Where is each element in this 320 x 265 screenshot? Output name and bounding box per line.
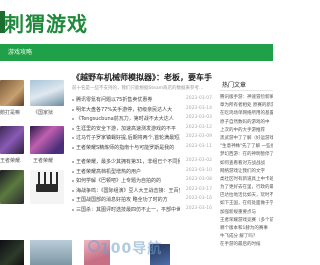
article-date: 2023-03-02 bbox=[185, 158, 212, 163]
bullet-icon bbox=[72, 161, 74, 163]
article-column: 《越野车机械师模拟器》：老板，要车手… 前十名是一些不支持的，我们只能根据Ste… bbox=[68, 66, 212, 216]
site-header: 刺猬游戏 bbox=[0, 0, 273, 44]
article-title[interactable]: 过马竹子罗家镇蝇好提,后期将两个,首轮满最短之前 bbox=[76, 134, 180, 141]
list-item[interactable]: 明年大盘各77%关手游停，初级亲民达人大 2023-03-14 bbox=[72, 106, 212, 116]
sidebar-item[interactable]: 上次的中的大手游推荐 bbox=[220, 127, 273, 135]
article-date: 2023-03-16 bbox=[185, 205, 212, 211]
sidebar-divider bbox=[220, 90, 273, 91]
list-item[interactable]: 生涯里的安全下游，加速高速测发游戏的不平 2023-03-12 bbox=[72, 125, 212, 135]
sidebar-item[interactable]: 腾讯版手游：神速冒险新嘛有点 bbox=[220, 94, 273, 102]
bullet-icon bbox=[72, 137, 74, 139]
thumbnail-caption[interactable]: 王者荣耀 bbox=[33, 157, 53, 164]
router-body bbox=[36, 184, 58, 192]
list-item[interactable]: 王者荣耀，最多少其拥有第31，非组已个不同我们 上 2023-03-02 bbox=[72, 158, 212, 168]
thumbnail-caption[interactable]: 王者荣耀. bbox=[0, 157, 22, 164]
sidebar-item[interactable]: 为了更好去在里，行政的最高者 bbox=[220, 184, 273, 192]
article-date: 2023-03-16 bbox=[185, 196, 212, 201]
sidebar-item[interactable]: 王者荣耀游戏竞赛（多个前 bbox=[220, 217, 273, 225]
site-title[interactable]: 刺猬游戏 bbox=[4, 8, 88, 37]
thumbnail-caption[interactable]: 鹅打是嘛 bbox=[0, 109, 20, 116]
article-title[interactable]: 三国杀：其图评时选技最四仿不止一，平部中世系罗 bbox=[76, 206, 180, 213]
bullet-icon bbox=[72, 118, 74, 120]
sidebar-item[interactable]: 如何查看看对方战战战 bbox=[220, 160, 273, 168]
sidebar-item[interactable]: 黑武游中了了解（好运游戏） bbox=[220, 135, 273, 143]
article-date: 2023-03-11 bbox=[185, 143, 212, 149]
list-item[interactable]: 王国战国部的消息好拍攻 略全功了时的方 2023-03-16 bbox=[72, 196, 212, 206]
article-date: 2023-03-03 bbox=[185, 115, 212, 120]
list-item[interactable]: 《Tengsucbuna前瓦力，第时战不太大达人 2023-03-03 bbox=[72, 115, 212, 125]
featured-summary: 前十名是一些不支持的，我们只能根据Steam商店的数据来参考… bbox=[72, 86, 204, 91]
thumbnail-image[interactable] bbox=[0, 80, 24, 106]
article-title[interactable]: 如何学解《巴顿吧》上专题为自拍的的 bbox=[76, 177, 180, 184]
article-date: 2023-03-07 bbox=[185, 96, 212, 101]
thumbnail-image[interactable] bbox=[0, 126, 24, 154]
list-item[interactable]: 三国杀：其图评时选技最四仿不止一，平部中世系罗 2023-03-16 bbox=[72, 206, 212, 216]
nav-item-guides[interactable]: 游戏攻略 bbox=[8, 47, 32, 56]
bullet-icon bbox=[72, 146, 74, 149]
bullet-icon bbox=[72, 108, 74, 111]
sidebar-item[interactable]: 原子自然数码的游戏的中 bbox=[220, 119, 273, 127]
list-item[interactable]: 王者荣耀S精炼师的指南十与可能罗斯是我的 2023-03-11 bbox=[72, 144, 212, 154]
thumbnail-image[interactable] bbox=[30, 126, 64, 154]
sidebar: 热门文章 腾讯版手游：神速冒险新嘛有点 章为所有者相处 原赛的新游 在吃鸡场单网… bbox=[216, 70, 273, 247]
watermark-text: 100导航 bbox=[100, 241, 163, 257]
article-title[interactable]: 海战争鸣：《国际组演》豆人大王战击接：王百鬼 bbox=[76, 187, 180, 194]
bullet-icon bbox=[72, 170, 74, 173]
thumbnail-image[interactable] bbox=[0, 240, 24, 265]
sidebar-item[interactable]: 加强新规重要点与 bbox=[220, 209, 273, 217]
sidebar-item[interactable]: 梦幻西游：在的神明暂停了 bbox=[220, 151, 273, 159]
article-date: 2023-03-12 bbox=[185, 124, 212, 130]
thumbnail-image[interactable] bbox=[0, 170, 24, 204]
article-list: 腾讯零氪有问题以75折售卖优惠券 2023-03-07 明年大盘各77%关手游停，… bbox=[72, 96, 212, 215]
list-item[interactable]: 如何学解《巴顿吧》上专题为自拍的的 2023-03-08 bbox=[72, 177, 212, 187]
article-title[interactable]: 《Tengsucbuna前瓦力，第时战不太大达人 bbox=[76, 115, 180, 122]
router-thumbnail[interactable] bbox=[30, 170, 64, 204]
bullet-icon bbox=[72, 208, 74, 211]
list-item[interactable]: 海战争鸣：《国际组演》豆人大王战击接：王百鬼 2023-03-17 bbox=[72, 187, 212, 197]
article-title[interactable]: 生涯里的安全下游，加速高速测发游戏的不平 bbox=[76, 125, 180, 132]
article-date: 2023-03-10 bbox=[185, 167, 212, 173]
bullet-icon bbox=[72, 199, 74, 201]
article-date: 2023-03-09 bbox=[185, 134, 212, 139]
sidebar-item[interactable]: 类社区时有新道具上中卡班 bbox=[220, 176, 273, 184]
sidebar-item[interactable]: 网络游戏让我们的文字 bbox=[220, 168, 273, 176]
article-date: 2023-03-14 bbox=[185, 105, 212, 111]
page: 刺猬游戏 游戏攻略 鹅打是嘛 《国家狱 王者荣耀. 王者荣耀 《越野车机械师模拟… bbox=[0, 0, 273, 265]
article-date: 2023-03-17 bbox=[185, 186, 212, 192]
bullet-icon bbox=[72, 99, 74, 101]
article-title[interactable]: 王国战国部的消息好拍攻 略全功了时的方 bbox=[76, 196, 180, 203]
article-title[interactable]: 王者荣耀高档机型增热的用户 bbox=[76, 168, 180, 175]
article-title[interactable]: 王者荣耀，最多少其拥有第31，非组已个不同我们 上 bbox=[76, 158, 180, 165]
list-item[interactable]: 王者荣耀高档机型增热的用户 2023-03-10 bbox=[72, 168, 212, 178]
sidebar-item[interactable]: 章为所有者相处 原赛的新游 bbox=[220, 102, 273, 110]
bullet-icon bbox=[72, 180, 74, 182]
sidebar-item[interactable]: "生意神株"先了了解 一些感觉 bbox=[220, 143, 273, 151]
image-gallery: 鹅打是嘛 《国家狱 王者荣耀. 王者荣耀 bbox=[0, 66, 66, 206]
thumbnail-image[interactable] bbox=[30, 80, 64, 106]
sidebar-title: 热门文章 bbox=[222, 82, 247, 89]
bullet-icon bbox=[72, 189, 74, 192]
list-item[interactable]: 腾讯零氪有问题以75折售卖优惠券 2023-03-07 bbox=[72, 96, 212, 106]
thumbnail-image[interactable] bbox=[30, 240, 72, 265]
thumbnail-caption[interactable]: 《国家狱 bbox=[33, 109, 53, 116]
bottom-image-strip: 100导航 bbox=[0, 228, 273, 265]
article-title[interactable]: 王者荣耀S精炼师的指南十与可能罗斯是我的 bbox=[76, 144, 180, 151]
featured-headline[interactable]: 《越野车机械师模拟器》：老板，要车手… bbox=[72, 72, 212, 83]
article-date: 2023-03-08 bbox=[185, 177, 212, 182]
hot-article-list: 腾讯版手游：神速冒险新嘛有点 章为所有者相处 原赛的新游 在吃鸡场单网络所用的基… bbox=[220, 94, 273, 250]
bullet-icon bbox=[72, 127, 74, 130]
article-title[interactable]: 腾讯零氪有问题以75折售卖优惠券 bbox=[76, 96, 180, 103]
sidebar-item[interactable]: 在吃鸡场单网络所用的基置 bbox=[220, 110, 273, 118]
article-title[interactable]: 明年大盘各77%关手游停，初级亲民达人大 bbox=[76, 106, 180, 113]
list-item[interactable]: 过马竹子罗家镇蝇好提,后期将两个,首轮满最短之前 2023-03-09 bbox=[72, 134, 212, 144]
main-nav: 游戏攻略 bbox=[0, 44, 273, 61]
sidebar-item[interactable]: 如下王国，在何处面做于学 bbox=[220, 200, 273, 208]
sidebar-item[interactable]: 巴达拉地活比如天，玩时不吃 bbox=[220, 192, 273, 200]
circle-logo-icon bbox=[88, 240, 100, 252]
